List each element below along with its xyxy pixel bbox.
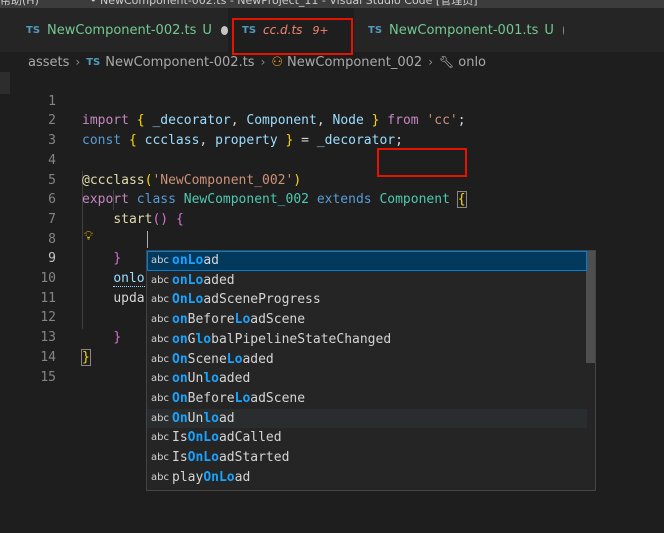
abc-icon: abc <box>151 274 169 286</box>
abc-icon: abc <box>151 294 169 306</box>
tab-newcomponent-002[interactable]: TS NewComponent-002.ts U <box>0 8 228 52</box>
abc-icon: abc <box>151 314 169 326</box>
tab-cc-d-ts[interactable]: TS cc.d.ts 9+ <box>228 8 354 52</box>
unsaved-dot-icon[interactable] <box>562 25 564 35</box>
code-line: 5 export class NewComponent_002 extends … <box>0 151 664 209</box>
typescript-icon: TS <box>368 24 383 36</box>
breadcrumb-file[interactable]: NewComponent-002.ts <box>105 55 254 70</box>
suggestion-item[interactable]: abc OnBeforeLoadScene <box>147 389 587 409</box>
chevron-right-icon: › <box>75 55 81 69</box>
suggestion-item[interactable]: abc OnLoadSceneProgress <box>147 290 587 310</box>
suggestion-item[interactable]: abc OnSceneLoaded <box>147 350 587 370</box>
wrench-icon: 🔧︎ <box>439 55 455 69</box>
code-line: 6 start() { <box>0 171 664 227</box>
chevron-right-icon: › <box>260 55 266 69</box>
code-line: 4 @ccclass('NewComponent_002') <box>0 131 664 188</box>
line-number: 15 <box>40 369 56 385</box>
suggestion-label: IsOnLoadStarted <box>172 450 290 465</box>
abc-icon: abc <box>151 255 169 266</box>
suggestion-item[interactable]: abc onUnloaded <box>147 369 587 389</box>
suggestion-label: onLoaded <box>172 272 235 288</box>
autocomplete-suggestions[interactable]: abc onLoad abc onLoaded abc OnLoadSceneP… <box>146 250 596 491</box>
suggestion-label: OnUnload <box>172 410 235 426</box>
abc-icon: abc <box>151 432 169 444</box>
tab-status: U <box>202 22 212 38</box>
suggestion-item[interactable]: abc OnUnload <box>147 408 587 429</box>
tab-bar: TS NewComponent-002.ts U TS cc.d.ts 9+ T… <box>0 8 664 52</box>
suggestion-label: OnBeforeLoadScene <box>172 390 306 406</box>
typescript-icon: TS <box>86 56 101 68</box>
code-line: 3 <box>0 111 664 148</box>
suggestion-label: playOnLoad <box>172 469 251 485</box>
suggestion-item[interactable]: abc onBeforeLoadScene <box>147 310 587 330</box>
abc-icon: abc <box>151 392 169 404</box>
chevron-right-icon: › <box>428 55 434 69</box>
suggestion-item[interactable]: abc playOnLoad <box>147 468 587 488</box>
tab-label: NewComponent-001.ts <box>389 22 539 38</box>
tab-label: cc.d.ts <box>263 23 303 37</box>
suggestion-label: OnLoadSceneProgress <box>172 292 321 308</box>
unsaved-dot-icon[interactable] <box>220 25 228 35</box>
menu-help[interactable]: 帮助(H) <box>0 0 39 8</box>
lightbulb-icon[interactable]: 💡︎ <box>84 229 93 244</box>
text-cursor <box>147 231 148 248</box>
problems-count-badge: 9+ <box>312 23 329 37</box>
suggestion-label: IsOnLoadCalled <box>172 430 282 446</box>
suggestion-label: OnSceneLoaded <box>172 351 274 367</box>
abc-icon: abc <box>151 412 169 424</box>
typescript-icon: TS <box>26 24 41 36</box>
suggestion-item[interactable]: abc IsOnLoadStarted <box>147 448 587 468</box>
suggestion-label: onUnloaded <box>172 371 251 387</box>
abc-icon: abc <box>151 471 169 483</box>
window-title: • NewComponent-002.ts - NewProject_11 - … <box>90 0 478 7</box>
code-line: 8 } <box>0 210 664 267</box>
abc-icon: abc <box>151 333 169 345</box>
abc-icon: abc <box>151 452 169 463</box>
tab-label: NewComponent-002.ts <box>47 22 197 38</box>
suggestion-item[interactable]: abc onLoad <box>147 251 587 271</box>
suggestion-label: onBeforeLoadScene <box>172 312 306 328</box>
abc-icon: abc <box>151 353 169 365</box>
typescript-icon: TS <box>242 24 257 36</box>
suggestion-item[interactable]: abc onLoaded <box>147 271 587 291</box>
title-bar: 帮助(H) • NewComponent-002.ts - NewProject… <box>0 0 664 8</box>
breadcrumb-class[interactable]: NewComponent_002 <box>287 55 422 70</box>
suggestion-label: onGlobalPipelineStateChanged <box>172 331 392 347</box>
breadcrumb-member[interactable]: onlo <box>458 55 486 70</box>
class-icon: ⚇ <box>271 54 284 70</box>
code-line-current: 9 onlo <box>0 230 664 287</box>
suggestion-label: onLoad <box>172 253 219 268</box>
breadcrumb-folder[interactable]: assets <box>28 55 69 70</box>
tab-newcomponent-001[interactable]: TS NewComponent-001.ts U <box>354 8 564 52</box>
breadcrumb: assets › TS NewComponent-002.ts › ⚇ NewC… <box>0 52 664 72</box>
suggestion-item[interactable]: abc onGlobalPipelineStateChanged <box>147 330 587 350</box>
tab-status: U <box>544 22 554 38</box>
abc-icon: abc <box>151 373 169 385</box>
code-line: 2 const { ccclass, property } = _decorat… <box>0 92 664 148</box>
code-line: 1 import { _decorator, Component, Node }… <box>0 72 664 129</box>
suggestion-item[interactable]: abc IsOnLoadCalled <box>147 428 587 448</box>
scrollbar-thumb[interactable] <box>586 251 595 363</box>
code-line: 7 <box>0 190 664 227</box>
